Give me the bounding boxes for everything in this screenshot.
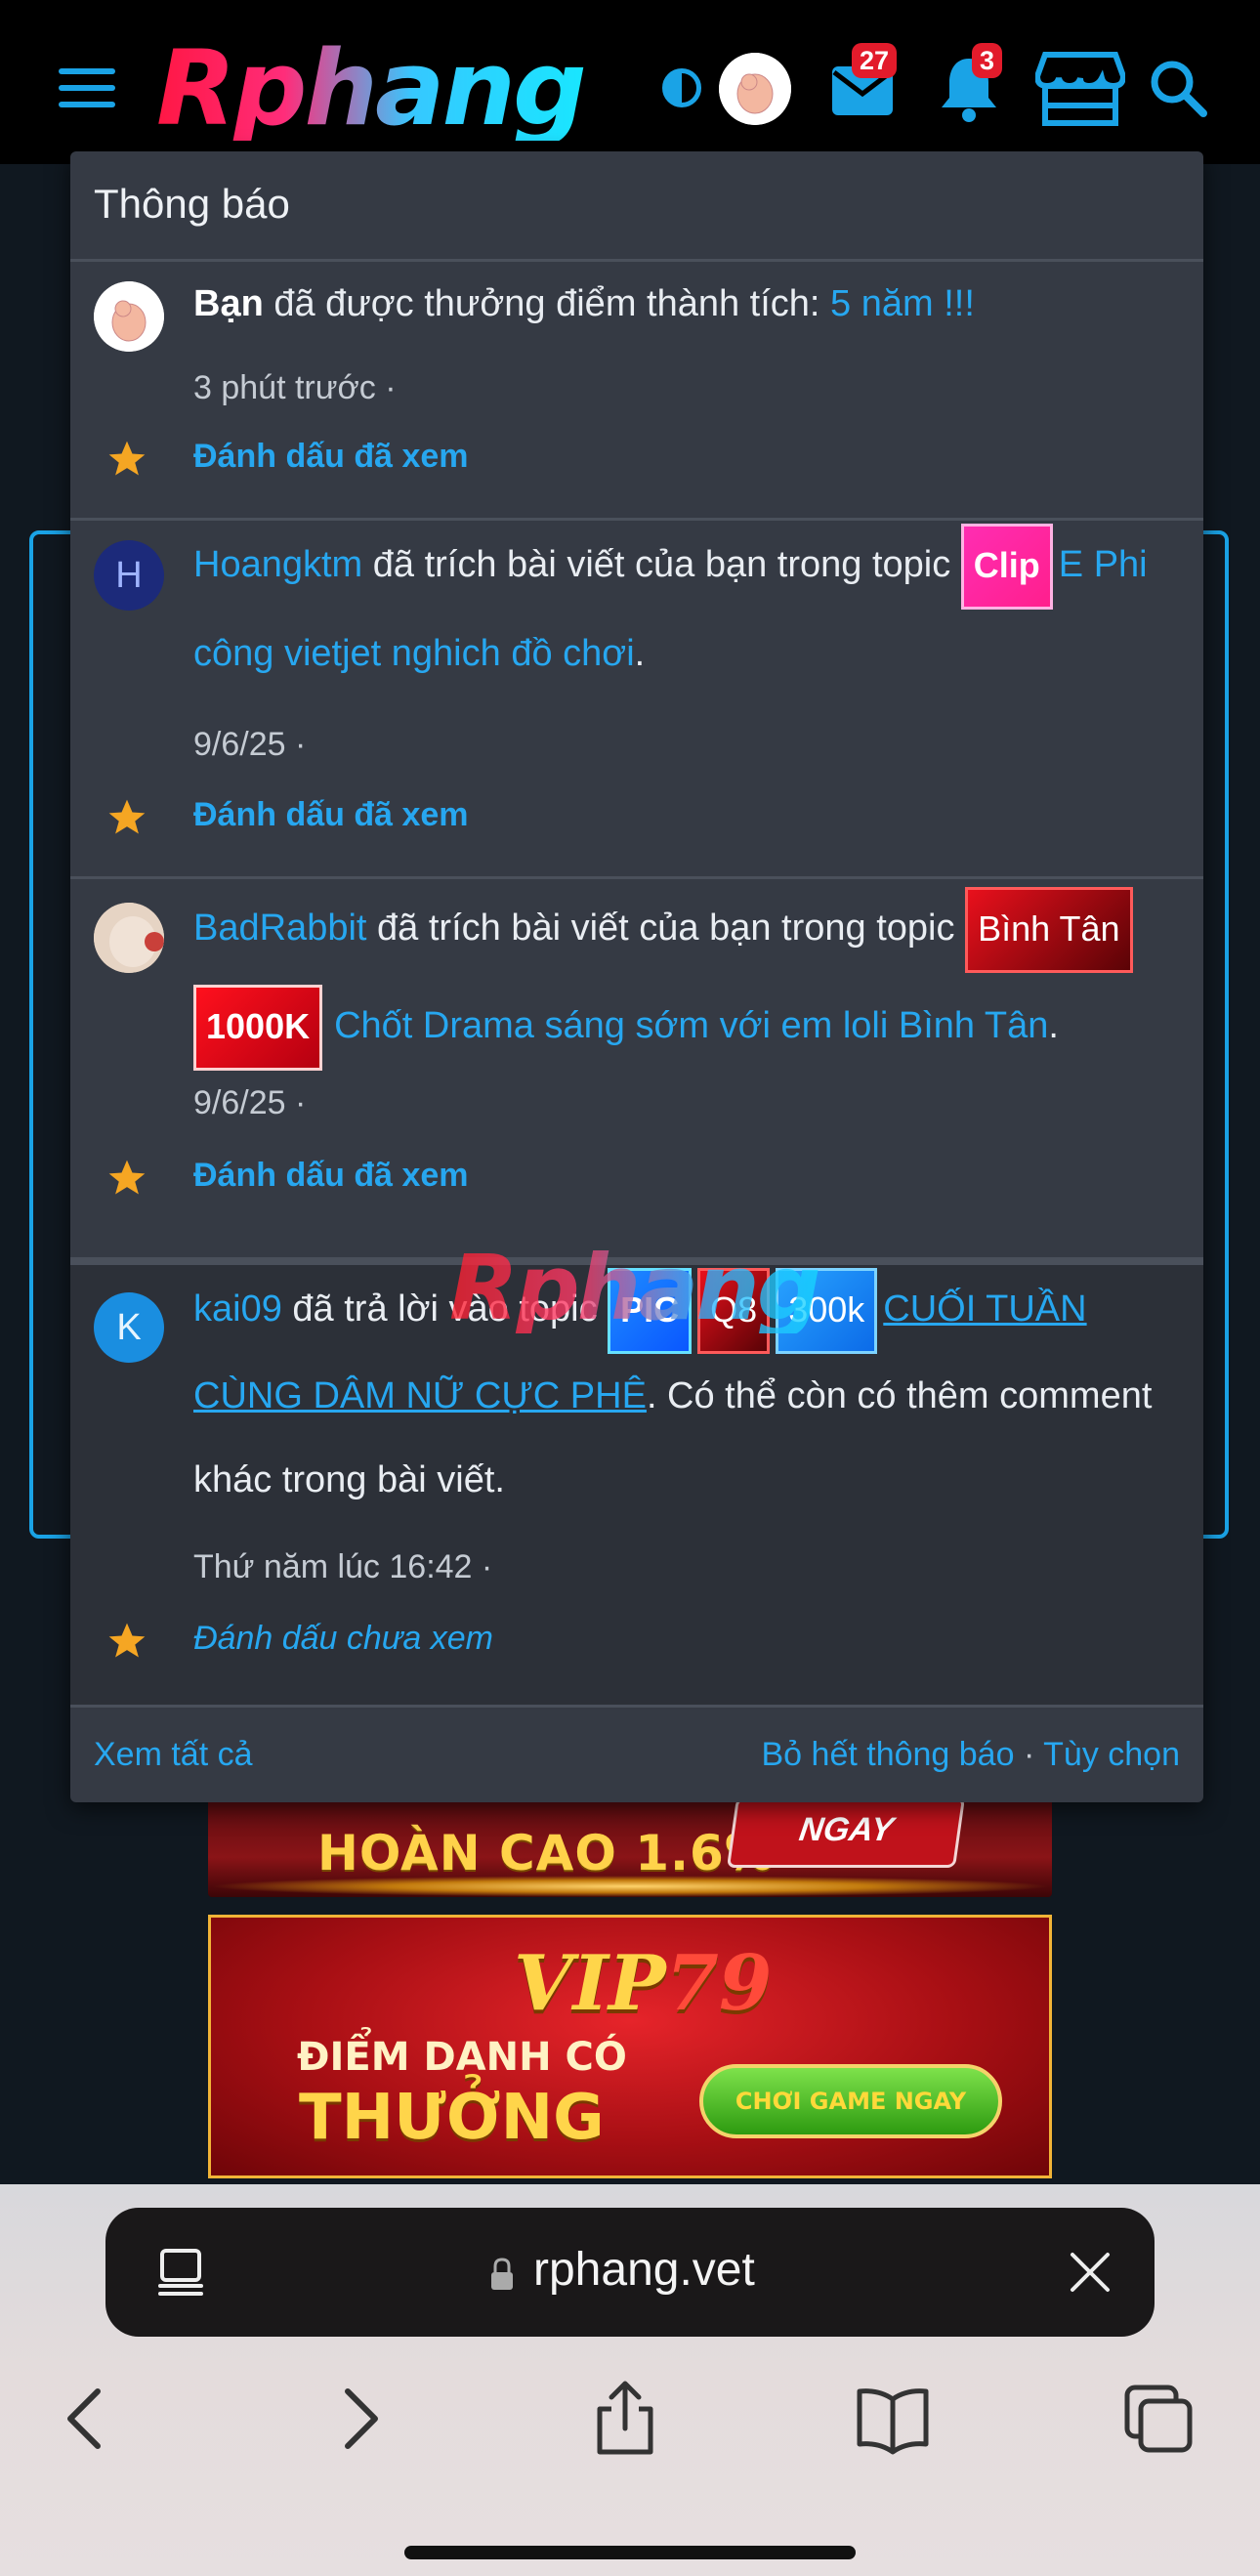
notification-message: đã trích bài viết của bạn trong topic bbox=[366, 908, 966, 949]
site-logo[interactable]: Rphang bbox=[156, 37, 587, 141]
notification-actor[interactable]: Hoangktm bbox=[193, 544, 362, 585]
notification-item[interactable]: Bạn đã được thưởng điểm thành tích: 5 nă… bbox=[70, 262, 1203, 521]
notification-message: đã trả lời vào topic bbox=[281, 1288, 609, 1330]
topic-tag[interactable]: 300k bbox=[776, 1267, 878, 1354]
notification-message: đã được thưởng điểm thành tích: bbox=[263, 283, 831, 324]
notification-message: đã trích bài viết của bạn trong topic bbox=[362, 544, 961, 585]
notification-popup: Thông báo Bạn đã được thưởng điểm thành … bbox=[70, 151, 1203, 1802]
view-all-link[interactable]: Xem tất cả bbox=[94, 1736, 253, 1774]
lock-icon bbox=[491, 2258, 513, 2290]
notification-time: Thứ năm lúc 16:42 · bbox=[193, 1548, 493, 1585]
notification-item[interactable]: K kai09 đã trả lời vào topic PIC Q8 300k CU… bbox=[70, 1265, 1203, 1705]
notification-time: 3 phút trước · bbox=[193, 369, 397, 406]
search-icon[interactable] bbox=[1147, 57, 1209, 119]
notification-text: BadRabbit đã trích bài viết của bạn tron… bbox=[193, 879, 1180, 1075]
mail-count-badge: 27 bbox=[852, 43, 898, 78]
bookmarks-icon[interactable] bbox=[854, 2380, 932, 2458]
avatar[interactable] bbox=[94, 903, 164, 973]
browser-toolbar: rphang.vet bbox=[0, 2184, 1260, 2576]
star-icon bbox=[108, 1623, 146, 1658]
notification-suffix: . bbox=[634, 632, 646, 674]
notification-item[interactable]: BadRabbit đã trích bài viết của bạn tron… bbox=[70, 879, 1203, 1265]
star-icon bbox=[108, 1160, 146, 1195]
home-indicator bbox=[404, 2546, 856, 2559]
share-icon[interactable] bbox=[586, 2380, 664, 2458]
banner-cta-button[interactable]: CHƠI GAME NGAY bbox=[699, 2064, 1002, 2138]
topic-tag[interactable]: Bình Tân bbox=[965, 886, 1133, 973]
close-icon[interactable] bbox=[1069, 2251, 1112, 2294]
avatar[interactable]: H bbox=[94, 540, 164, 611]
top-header: Rphang 27 3 bbox=[0, 0, 1260, 164]
mark-read-link[interactable]: Đánh dấu đã xem bbox=[193, 1157, 469, 1195]
notification-item[interactable]: H Hoangktm đã trích bài viết của bạn tro… bbox=[70, 521, 1203, 879]
notification-actor[interactable]: Bạn bbox=[193, 283, 264, 324]
notification-link[interactable]: 5 năm !!! bbox=[830, 283, 975, 324]
topic-tag[interactable]: Clip bbox=[960, 523, 1053, 610]
page-menu-icon[interactable] bbox=[156, 2247, 205, 2298]
theme-toggle-icon[interactable] bbox=[662, 68, 701, 107]
dismiss-all-link[interactable]: Bỏ hết thông báo bbox=[762, 1736, 1015, 1773]
banner-text: HOÀN CAO 1.6% bbox=[317, 1825, 775, 1881]
mark-unread-link[interactable]: Đánh dấu chưa xem bbox=[193, 1620, 493, 1658]
topic-tag[interactable]: Q8 bbox=[697, 1267, 771, 1354]
store-icon[interactable] bbox=[1035, 51, 1125, 127]
popup-title: Thông báo bbox=[94, 181, 290, 227]
notification-actor[interactable]: BadRabbit bbox=[193, 908, 366, 949]
notification-text: Bạn đã được thưởng điểm thành tích: 5 nă… bbox=[193, 260, 1180, 348]
back-icon[interactable] bbox=[49, 2380, 127, 2458]
footer-actions: Bỏ hết thông báo · Tùy chọn bbox=[762, 1736, 1181, 1774]
notification-text: Hoangktm đã trích bài viết của bạn trong… bbox=[193, 521, 1180, 697]
star-icon bbox=[108, 441, 146, 476]
notification-actor[interactable]: kai09 bbox=[193, 1288, 282, 1330]
topic-tag[interactable]: 1000K bbox=[193, 984, 323, 1071]
popup-footer: Xem tất cả Bỏ hết thông báo · Tùy chọn bbox=[70, 1705, 1203, 1802]
notification-link[interactable]: Chốt Drama sáng sớm với em loli Bình Tân bbox=[334, 1005, 1048, 1046]
ad-banner-vip79[interactable]: VIP79 ĐIỂM DANH CÓ THƯỞNG CHƠI GAME NGAY bbox=[208, 1915, 1052, 2178]
star-icon bbox=[108, 799, 146, 834]
banner-brand: VIP79 bbox=[514, 1939, 773, 2028]
mark-read-link[interactable]: Đánh dấu đã xem bbox=[193, 796, 469, 834]
notification-time: 9/6/25 · bbox=[193, 1084, 307, 1121]
forward-icon[interactable] bbox=[318, 2380, 397, 2458]
options-link[interactable]: Tùy chọn bbox=[1043, 1736, 1180, 1773]
topic-tag[interactable]: PIC bbox=[608, 1267, 693, 1354]
tabs-icon[interactable] bbox=[1119, 2380, 1197, 2458]
notification-suffix: . bbox=[1048, 1005, 1059, 1046]
banner-line-1: ĐIỂM DANH CÓ bbox=[297, 2035, 627, 2080]
notification-text: kai09 đã trả lời vào topic PIC Q8 300k CUỐI… bbox=[193, 1267, 1180, 1522]
avatar[interactable]: K bbox=[94, 1292, 164, 1363]
url-text[interactable]: rphang.vet bbox=[533, 2243, 755, 2297]
footer-separator: · bbox=[1023, 1736, 1035, 1773]
mark-read-link[interactable]: Đánh dấu đã xem bbox=[193, 438, 469, 476]
notification-time: 9/6/25 · bbox=[193, 726, 307, 763]
user-avatar[interactable] bbox=[719, 53, 791, 125]
banner-line-2: THƯỞNG bbox=[299, 2082, 605, 2154]
banner-button[interactable]: NGAY bbox=[726, 1797, 966, 1868]
notification-count-badge: 3 bbox=[972, 43, 1003, 78]
address-bar[interactable]: rphang.vet bbox=[105, 2208, 1155, 2337]
ad-banner-top[interactable]: HOÀN CAO 1.6% NGAY bbox=[208, 1797, 1052, 1897]
menu-icon[interactable] bbox=[59, 68, 115, 107]
avatar[interactable] bbox=[94, 281, 164, 352]
